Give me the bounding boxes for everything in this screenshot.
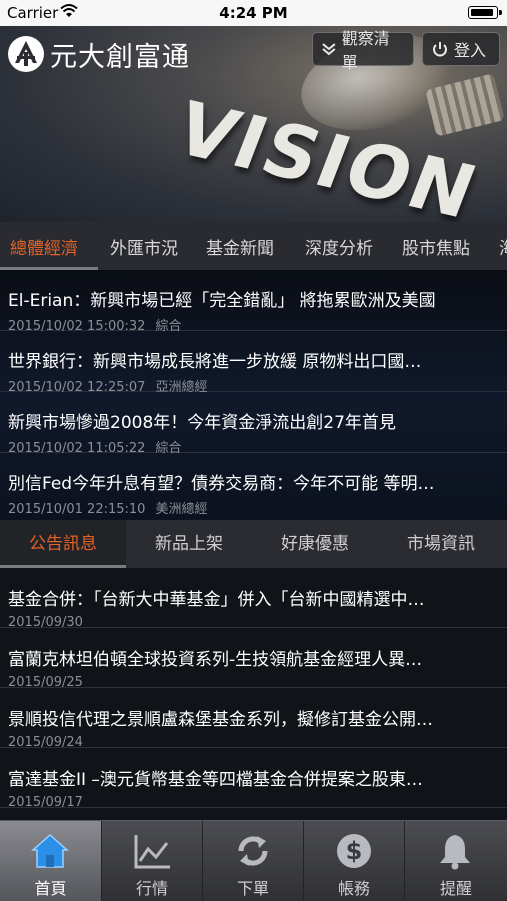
news-list: El-Erian：新興市場已經「完全錯亂」 將拖累歐洲及美國 2015/10/0… [0,270,507,520]
clock: 4:24 PM [219,4,288,22]
tab-promotions[interactable]: 好康優惠 [252,520,378,568]
status-bar: Carrier 4:24 PM [0,0,507,26]
refresh-icon [238,836,268,866]
notice-item[interactable]: 富達基金II –澳元貨幣基金等四檔基金合併提案之股東… 2015/09/17 [0,748,507,810]
tab-label: 下單 [236,879,269,898]
login-label: 登入 [454,41,487,60]
tab-new-products[interactable]: 新品上架 [126,520,252,568]
tab-label: 首頁 [34,879,67,898]
tab-quotes[interactable]: 行情 [101,821,202,901]
news-datetime: 2015/10/01 22:15:10 [8,502,146,517]
tab-fund-news[interactable]: 基金新聞 [206,234,274,259]
notice-title: 富蘭克林坦伯頓全球投資系列-生技領航基金經理人異… [8,650,423,670]
notice-title: 景順投信代理之景順盧森堡基金系列，擬修訂基金公開… [8,710,433,730]
tab-order[interactable]: 下單 [202,821,303,901]
tab-forex[interactable]: 外匯市況 [110,234,178,259]
bell-icon [440,835,470,870]
svg-text:$: $ [346,837,363,865]
tab-announcements[interactable]: 公告訊息 [0,520,126,568]
news-title: 新興市場慘過2008年！今年資金淨流出創27年首見 [8,413,396,433]
news-category: 美洲總經 [155,502,208,517]
dollar-icon: $ [337,834,371,868]
notice-title: 富達基金II –澳元貨幣基金等四檔基金合併提案之股東… [8,770,423,790]
notice-item[interactable]: 景順投信代理之景順盧森堡基金系列，擬修訂基金公開… 2015/09/24 [0,688,507,750]
news-item[interactable]: 新興市場慘過2008年！今年資金淨流出創27年首見 2015/10/02 11:… [0,392,507,456]
tab-label: 帳務 [337,879,370,898]
news-category-tabs: 總體經濟 外匯市況 基金新聞 深度分析 股市焦點 海 [0,222,507,271]
notice-item[interactable]: 基金合併：「台新大中華基金」併入「台新中國精選中… 2015/09/30 [0,568,507,630]
tab-alerts[interactable]: 提醒 [404,821,507,901]
news-item[interactable]: El-Erian：新興市場已經「完全錯亂」 將拖累歐洲及美國 2015/10/0… [0,270,507,334]
app-logo: 元大創富通 [8,34,190,74]
news-title: El-Erian：新興市場已經「完全錯亂」 將拖累歐洲及美國 [8,291,436,311]
notice-title: 基金合併：「台新大中華基金」併入「台新中國精選中… [8,590,425,610]
bottom-tab-bar: 首頁 行情 下單 $ 帳務 提醒 [0,820,507,901]
tab-overseas[interactable]: 海 [499,234,507,259]
tab-label: 提醒 [439,879,472,898]
tab-analysis[interactable]: 深度分析 [305,234,373,259]
tab-stock-focus[interactable]: 股市焦點 [402,234,470,259]
notice-tabs: 公告訊息 新品上架 好康優惠 市場資訊 [0,520,507,569]
watchlist-button[interactable]: 觀察清單 [312,29,414,72]
notice-list: 基金合併：「台新大中華基金」併入「台新中國精選中… 2015/09/30 富蘭克… [0,568,507,820]
tab-market-info[interactable]: 市場資訊 [378,520,504,568]
notice-date: 2015/09/17 [8,795,83,810]
tab-label: 行情 [135,879,168,898]
news-item[interactable]: 別信Fed今年升息有望？債券交易商：今年不可能 等明… 2015/10/01 2… [0,453,507,517]
tab-home[interactable]: 首頁 [0,821,101,901]
home-icon [31,833,69,868]
hero-banner: VISION 元大創富通 觀察清單 登入 [0,26,507,222]
notice-item[interactable]: 富蘭克林坦伯頓全球投資系列-生技領航基金經理人異… 2015/09/25 [0,628,507,690]
news-title: 別信Fed今年升息有望？債券交易商：今年不可能 等明… [8,474,435,494]
login-button[interactable]: 登入 [422,32,500,66]
tab-macro-economy[interactable]: 總體經濟 [10,234,78,259]
yuanta-logo-icon [8,36,44,72]
chevron-down-icon [322,43,336,56]
power-icon [433,42,447,57]
news-title: 世界銀行：新興市場成長將進一步放緩 原物料出口國… [8,352,422,372]
watchlist-label: 觀察清單 [341,29,390,72]
tab-account[interactable]: $ 帳務 [303,821,404,901]
app-name: 元大創富通 [50,41,190,73]
chart-icon [134,835,170,869]
news-item[interactable]: 世界銀行：新興市場成長將進一步放緩 原物料出口國… 2015/10/02 12:… [0,331,507,395]
battery-icon [468,6,502,19]
